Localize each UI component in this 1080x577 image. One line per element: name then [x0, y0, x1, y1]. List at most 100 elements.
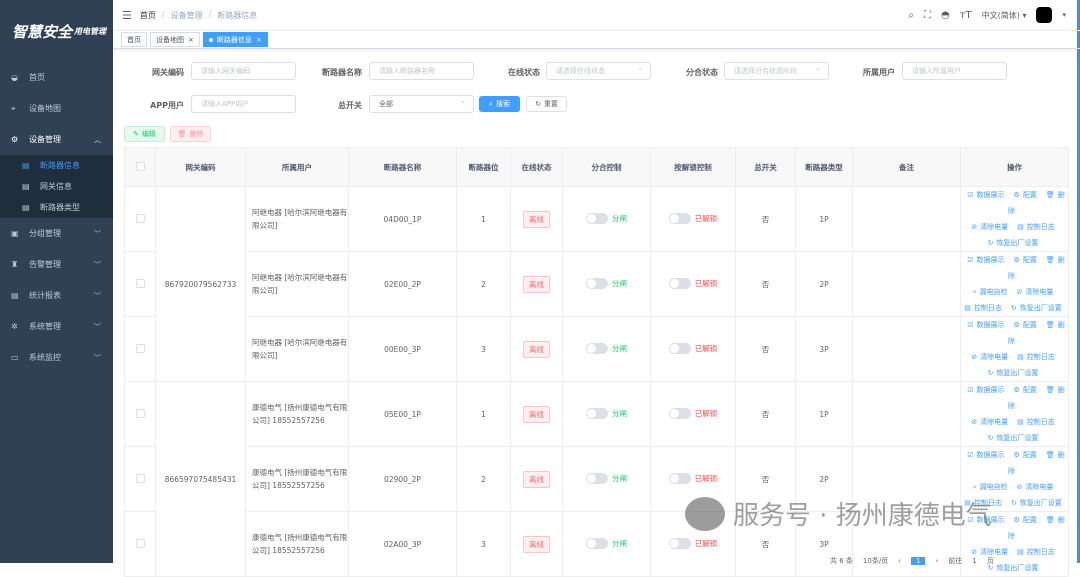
- sidebar-item-3[interactable]: ▣ 分组管理 ﹀: [0, 218, 113, 249]
- online-status-select[interactable]: 请选择在线状态: [546, 62, 651, 80]
- row-checkbox[interactable]: [124, 511, 156, 577]
- switch-toggle[interactable]: 分闸: [586, 407, 627, 419]
- op-link[interactable]: ☑ 数据展示: [967, 451, 1007, 459]
- op-link[interactable]: ▤ 控制日志: [1017, 548, 1058, 556]
- op-link[interactable]: ↻ 恢复出厂设置: [988, 369, 1042, 377]
- op-link[interactable]: ⌕ 漏电自检: [973, 483, 1011, 491]
- op-link[interactable]: ⊘ 清除电量: [971, 418, 1011, 426]
- switch-toggle[interactable]: 分闸: [586, 472, 627, 484]
- breadcrumb-home[interactable]: 首页: [140, 10, 156, 21]
- lock-toggle[interactable]: 已解锁: [668, 212, 717, 224]
- tag-device-map[interactable]: 设备地图 ×: [150, 32, 200, 47]
- avatar[interactable]: [1036, 7, 1053, 23]
- sidebar-item-6[interactable]: ✲ 系统管理 ﹀: [0, 311, 113, 342]
- sidebar-item-4[interactable]: ♜ 告警管理 ﹀: [0, 249, 113, 280]
- switch-status-select[interactable]: 请选择分合状态阶段: [724, 62, 829, 80]
- op-link[interactable]: ☑ 数据展示: [967, 321, 1007, 329]
- lock-toggle[interactable]: 已解锁: [668, 537, 717, 549]
- op-link[interactable]: ⊘ 清除电量: [971, 223, 1011, 231]
- page-size-select[interactable]: 10条/页: [863, 556, 888, 566]
- op-link[interactable]: ▤ 控制日志: [964, 304, 1005, 312]
- sidebar-item-7[interactable]: ▭ 系统监控 ﹀: [0, 342, 113, 373]
- settings-icon: ⚙: [11, 135, 19, 144]
- tag-breaker-info[interactable]: 断路器信息 ×: [202, 32, 268, 47]
- row-checkbox[interactable]: [124, 186, 156, 252]
- owner-input[interactable]: 请输入所属用户: [902, 62, 1007, 80]
- op-link[interactable]: ↻ 恢复出厂设置: [1011, 499, 1065, 507]
- row-checkbox[interactable]: [124, 446, 156, 512]
- breaker-name-input[interactable]: 请输入断路器名称: [369, 62, 474, 80]
- op-link[interactable]: ⌕ 漏电自检: [973, 288, 1011, 296]
- sidebar-item-1[interactable]: ⌖ 设备地图: [0, 93, 113, 124]
- next-page-button[interactable]: ›: [935, 557, 938, 565]
- edit-button[interactable]: ✎ 编辑: [124, 126, 165, 142]
- breadcrumb-device: 设备管理: [170, 10, 203, 20]
- op-link[interactable]: ⚙ 配置: [1014, 256, 1040, 264]
- main-switch: 否: [735, 186, 796, 252]
- op-link[interactable]: ☑ 数据展示: [967, 516, 1007, 524]
- main-switch-select[interactable]: 全部: [369, 95, 474, 113]
- op-link[interactable]: ⚙ 配置: [1014, 321, 1040, 329]
- op-link[interactable]: ☑ 数据展示: [967, 191, 1007, 199]
- op-link[interactable]: ↻ 恢复出厂设置: [988, 434, 1042, 442]
- close-icon[interactable]: ×: [188, 36, 194, 44]
- sidebar-item-0[interactable]: ◒ 首页: [0, 62, 113, 93]
- row-checkbox[interactable]: [124, 316, 156, 382]
- switch-toggle[interactable]: 分闸: [586, 212, 627, 224]
- chart-icon: ▤: [11, 291, 19, 300]
- page-1[interactable]: 1: [910, 557, 926, 565]
- sidebar-item-5[interactable]: ▤ 统计报表 ﹀: [0, 280, 113, 311]
- tag-home[interactable]: 首页: [121, 32, 147, 47]
- op-link[interactable]: ▤ 控制日志: [1017, 418, 1058, 426]
- sidebar-subitem-1[interactable]: ▤ 网关信息: [0, 176, 113, 197]
- switch-toggle[interactable]: 分闸: [586, 277, 627, 289]
- language-select[interactable]: 中文(简体) ▾: [982, 10, 1027, 21]
- breadcrumb: 首页 / 设备管理 / 断路器信息: [139, 9, 258, 21]
- row-checkbox[interactable]: [124, 251, 156, 317]
- font-size-icon[interactable]: ᴛT: [960, 10, 972, 21]
- gauge-icon[interactable]: ◓: [941, 10, 950, 21]
- sidebar-item-2[interactable]: ⚙ 设备管理 ︿: [0, 124, 113, 155]
- op-link[interactable]: ⚙ 配置: [1014, 386, 1040, 394]
- op-link[interactable]: ☑ 数据展示: [967, 386, 1007, 394]
- switch-toggle[interactable]: 分闸: [586, 537, 627, 549]
- chevron-icon: ﹀: [94, 353, 101, 362]
- lock-toggle[interactable]: 已解锁: [668, 407, 717, 419]
- op-link[interactable]: ↻ 恢复出厂设置: [1011, 304, 1065, 312]
- op-link[interactable]: ⚙ 配置: [1014, 451, 1040, 459]
- op-link[interactable]: ⊘ 清除电量: [1017, 483, 1057, 491]
- sidebar-subitem-2[interactable]: ▤ 断路器类型: [0, 197, 113, 218]
- sidebar-subitem-0[interactable]: ▤ 断路器信息: [0, 155, 113, 176]
- lock-toggle[interactable]: 已解锁: [668, 472, 717, 484]
- lock-toggle[interactable]: 已解锁: [668, 277, 717, 289]
- op-link[interactable]: ⊘ 清除电量: [971, 548, 1011, 556]
- select-all-checkbox[interactable]: [124, 147, 156, 187]
- op-link[interactable]: ▤ 控制日志: [964, 499, 1005, 507]
- op-link[interactable]: ▤ 控制日志: [1017, 223, 1058, 231]
- row-checkbox[interactable]: [124, 381, 156, 447]
- delete-button[interactable]: 🗑 删除: [170, 126, 211, 142]
- prev-page-button[interactable]: ‹: [898, 557, 901, 565]
- gateway-code-input[interactable]: 请输入网关编码: [191, 62, 296, 80]
- op-link[interactable]: ↻ 恢复出厂设置: [988, 564, 1042, 572]
- op-link[interactable]: ☑ 数据展示: [967, 256, 1007, 264]
- reset-button[interactable]: ↻ 重置: [526, 96, 567, 112]
- switch-toggle[interactable]: 分闸: [586, 342, 627, 354]
- breaker-type: 2P: [795, 446, 853, 512]
- op-link[interactable]: ▤ 控制日志: [1017, 353, 1058, 361]
- op-link[interactable]: ⊘ 清除电量: [1017, 288, 1057, 296]
- hamburger-icon[interactable]: ☰: [122, 9, 132, 22]
- lock-toggle[interactable]: 已解锁: [668, 342, 717, 354]
- op-link[interactable]: ⊘ 清除电量: [971, 353, 1011, 361]
- op-link[interactable]: ⚙ 配置: [1014, 191, 1040, 199]
- fullscreen-icon[interactable]: ⛶: [924, 10, 931, 21]
- op-link[interactable]: ⚙ 配置: [1014, 516, 1040, 524]
- close-icon[interactable]: ×: [256, 36, 262, 44]
- chevron-down-icon[interactable]: ▾: [1062, 11, 1066, 19]
- search-button[interactable]: ⌕ 搜索: [479, 96, 520, 112]
- search-icon[interactable]: ⌕: [908, 10, 914, 21]
- app-user-input[interactable]: 请输入APP用户: [191, 95, 296, 113]
- goto-input[interactable]: 1: [972, 557, 976, 565]
- op-link[interactable]: ↻ 恢复出厂设置: [988, 239, 1042, 247]
- monitor-icon: ▭: [11, 353, 19, 362]
